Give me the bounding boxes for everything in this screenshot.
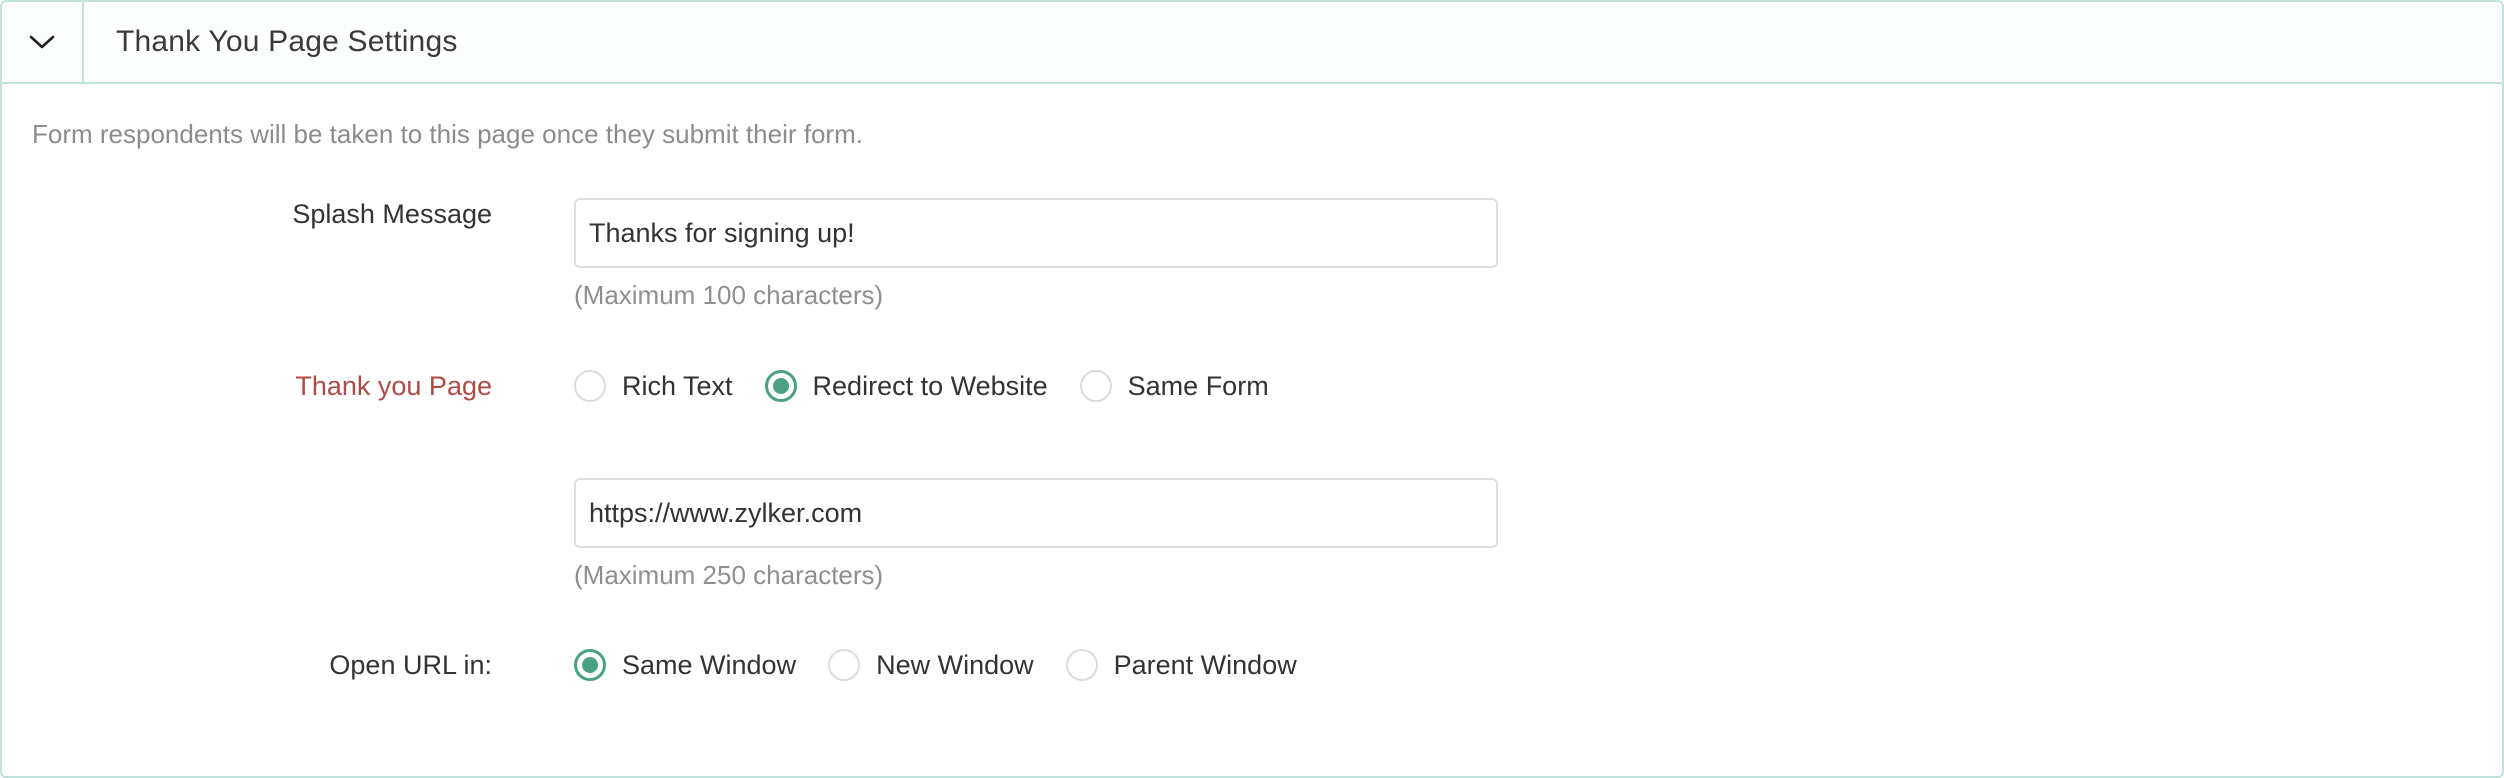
section-description: Form respondents will be taken to this p… xyxy=(32,119,863,149)
thank-you-settings-panel: Thank You Page Settings Form respondents… xyxy=(0,0,2504,778)
radio-unchecked-icon[interactable] xyxy=(1065,649,1098,681)
radio-unchecked-icon[interactable] xyxy=(828,649,861,681)
radio-rich-text[interactable]: Rich Text xyxy=(574,370,733,402)
radio-label: Same Form xyxy=(1127,370,1269,401)
radio-parent-window[interactable]: Parent Window xyxy=(1065,649,1297,681)
radio-unchecked-icon[interactable] xyxy=(574,370,606,402)
splash-message-hint: (Maximum 100 characters) xyxy=(574,280,884,310)
radio-same-form[interactable]: Same Form xyxy=(1079,370,1269,402)
open-url-in-label: Open URL in: xyxy=(329,650,492,680)
radio-redirect-to-website[interactable]: Redirect to Website xyxy=(764,370,1048,402)
radio-checked-icon[interactable] xyxy=(764,370,797,402)
thank-you-page-radio-group: Rich Text Redirect to Website Same Form xyxy=(574,370,1301,402)
radio-checked-icon[interactable] xyxy=(574,649,606,681)
chevron-down-icon xyxy=(29,35,55,49)
radio-label: Same Window xyxy=(622,649,797,680)
redirect-url-hint: (Maximum 250 characters) xyxy=(574,560,884,590)
radio-label: Rich Text xyxy=(622,370,733,401)
panel-header: Thank You Page Settings xyxy=(2,2,2502,84)
thank-you-page-label: Thank you Page xyxy=(295,371,492,401)
radio-label: Redirect to Website xyxy=(812,370,1048,401)
radio-same-window[interactable]: Same Window xyxy=(574,649,796,681)
section-title: Thank You Page Settings xyxy=(116,25,458,58)
splash-message-input[interactable]: Thanks for signing up! xyxy=(574,198,1498,268)
redirect-url-value: https://www.zylker.com xyxy=(589,497,863,528)
radio-unchecked-icon[interactable] xyxy=(1079,370,1112,402)
splash-message-value: Thanks for signing up! xyxy=(589,217,855,248)
radio-label: Parent Window xyxy=(1113,649,1297,680)
radio-new-window[interactable]: New Window xyxy=(828,649,1034,681)
splash-message-label: Splash Message xyxy=(292,199,492,229)
radio-label: New Window xyxy=(876,649,1034,680)
collapse-toggle-button[interactable] xyxy=(2,2,84,82)
redirect-url-input[interactable]: https://www.zylker.com xyxy=(574,478,1498,548)
open-url-radio-group: Same Window New Window Parent Window xyxy=(574,649,1329,681)
